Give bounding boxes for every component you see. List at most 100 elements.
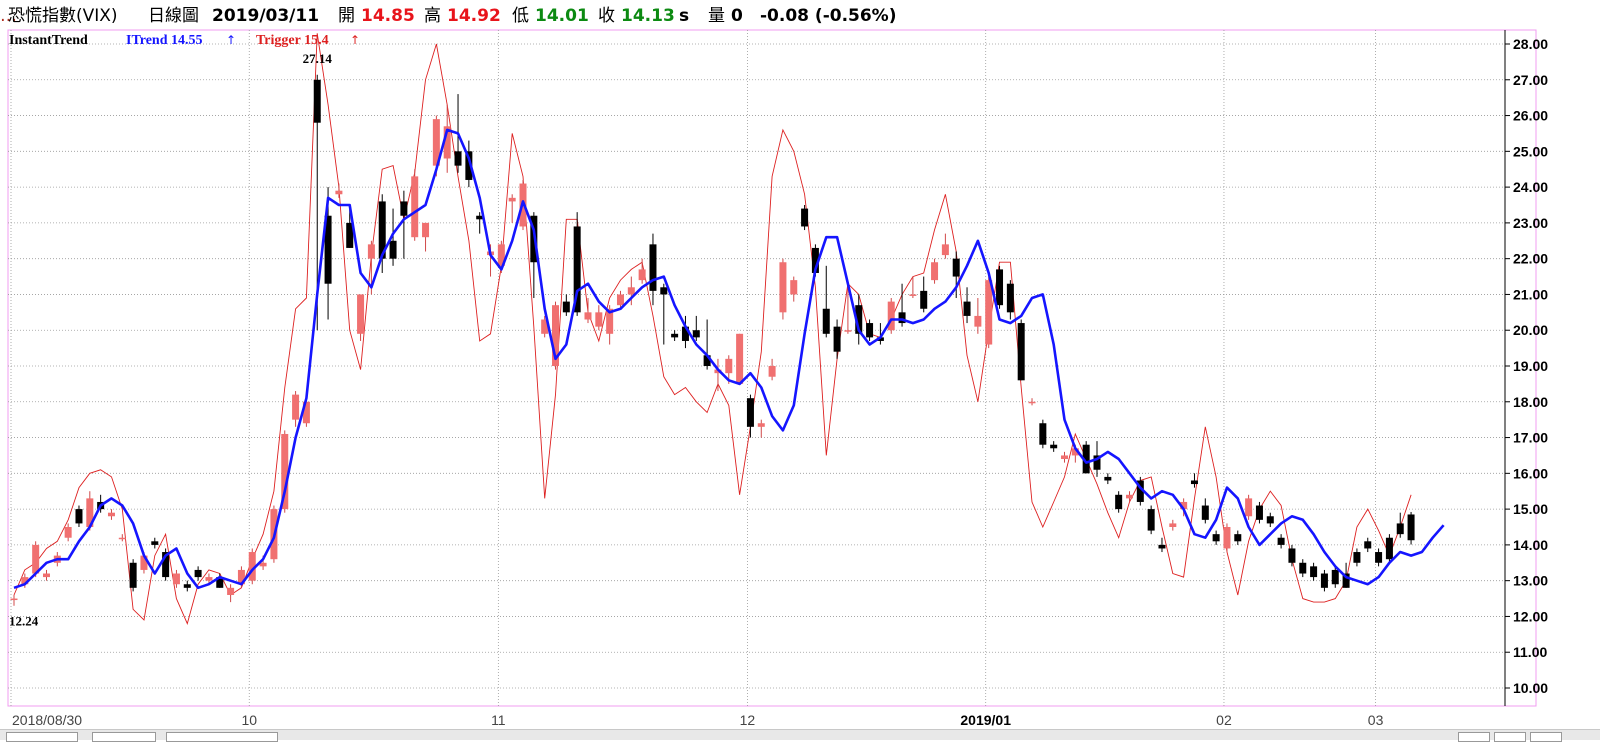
y-tick-label: 21.00: [1513, 286, 1548, 302]
candle-body: [422, 222, 430, 238]
candle-body: [227, 587, 235, 595]
y-tick-label: 27.00: [1513, 72, 1548, 88]
x-tick-label: 2019/01: [960, 712, 1011, 728]
x-tick-label: 2018/08/30: [12, 712, 82, 728]
y-tick-label: 25.00: [1513, 143, 1548, 159]
x-tick-label: 12: [740, 712, 756, 728]
y-tick-label: 26.00: [1513, 108, 1548, 124]
candle-body: [1017, 323, 1025, 381]
toolbar-button-2[interactable]: [1494, 732, 1526, 742]
candle-body: [1028, 401, 1036, 404]
indicator-legend: InstantTrend ITrend 14.55 ↑ Trigger 15.4…: [9, 33, 360, 48]
candle-body: [42, 573, 50, 578]
y-tick-label: 11.00: [1513, 644, 1547, 660]
low-point-label: 12.24: [9, 614, 39, 629]
x-axis-labels: 2018/08/30 10 11 12 2019/01 02 03: [12, 712, 1384, 728]
candle-body: [909, 294, 917, 296]
y-tick-label: 23.00: [1513, 215, 1548, 231]
candle-body: [1320, 573, 1328, 588]
candle-body: [1245, 498, 1253, 517]
legend-itrend-arrow-icon: ↑: [226, 33, 236, 47]
candle-body: [1158, 544, 1166, 549]
candle-body: [920, 290, 928, 309]
candle-body: [1061, 455, 1069, 460]
candle-body: [725, 358, 733, 374]
candlestick-chart[interactable]: 28.00 27.00 26.00 25.00 24.00 23.00 22.00 21.00…: [0, 0, 1600, 729]
x-tick-label: 10: [241, 712, 257, 728]
y-tick-label: 18.00: [1513, 394, 1548, 410]
candle-body: [292, 394, 300, 420]
y-tick-label: 22.00: [1513, 251, 1548, 267]
candle-body: [649, 244, 657, 291]
candle-body: [1255, 505, 1263, 520]
toolbar-dropdown-3[interactable]: [166, 732, 278, 742]
candle-body: [1331, 569, 1339, 585]
candle-body: [10, 598, 18, 601]
candle-body: [335, 190, 343, 195]
candle-body: [941, 244, 949, 256]
candle-body: [1277, 537, 1285, 545]
toolbar-dropdown-2[interactable]: [92, 732, 156, 742]
candle-body: [205, 577, 213, 581]
y-tick-label: 16.00: [1513, 465, 1548, 481]
candle-body: [64, 527, 72, 538]
candle-body: [1353, 552, 1361, 563]
candle-body: [1364, 541, 1372, 549]
y-tick-label: 10.00: [1513, 680, 1548, 696]
candle-body: [595, 312, 603, 327]
candle-body: [313, 79, 321, 123]
candle-body: [107, 512, 115, 517]
candle-body: [367, 244, 375, 259]
candle-body: [1125, 494, 1133, 499]
candle-body: [1147, 509, 1155, 531]
candle-body: [183, 584, 191, 588]
y-tick-label: 20.00: [1513, 322, 1548, 338]
candle-body: [172, 573, 180, 585]
candle-body: [1039, 423, 1047, 445]
high-point-label: 27.14: [303, 51, 333, 66]
candle-body: [801, 208, 809, 227]
candle-body: [822, 308, 830, 334]
legend-indicator-name: InstantTrend: [9, 33, 88, 48]
candle-body: [1396, 523, 1404, 535]
candle-body: [616, 294, 624, 306]
candle-body: [1288, 548, 1296, 563]
candle-body: [779, 262, 787, 313]
y-tick-label: 28.00: [1513, 36, 1548, 52]
legend-trigger: Trigger 15.4: [256, 33, 329, 48]
toolbar-dropdown-1[interactable]: [6, 732, 78, 742]
candle-body: [1201, 505, 1209, 520]
candle-body: [151, 541, 159, 545]
candle-body: [1407, 514, 1415, 541]
toolbar-button-1[interactable]: [1458, 732, 1490, 742]
x-tick-label: 02: [1216, 712, 1232, 728]
candle-body: [508, 197, 516, 202]
candle-body: [1212, 534, 1220, 542]
candle-body: [931, 262, 939, 281]
candle-body: [1266, 516, 1274, 524]
candle-body: [584, 312, 592, 320]
candle-body: [400, 201, 408, 216]
candle-body: [844, 330, 852, 332]
candle-body: [746, 398, 754, 427]
candle-body: [952, 258, 960, 277]
candle-body: [194, 569, 202, 578]
candle-body: [1234, 534, 1242, 542]
candle-body: [692, 330, 700, 338]
y-tick-label: 12.00: [1513, 608, 1548, 624]
candle-body: [1050, 444, 1058, 449]
candle-body: [1104, 476, 1112, 481]
candle-body: [985, 280, 993, 345]
candle-body: [1375, 552, 1383, 563]
candle-body: [866, 323, 874, 338]
candle-body: [790, 280, 798, 295]
candle-body: [757, 423, 765, 427]
candle-body: [638, 269, 646, 281]
candle-body: [1223, 527, 1231, 549]
y-tick-label: 14.00: [1513, 537, 1548, 553]
x-tick-label: 11: [491, 712, 506, 728]
candle-body: [357, 294, 365, 334]
toolbar-button-3[interactable]: [1530, 732, 1562, 742]
candle-body: [627, 287, 635, 295]
candle-body: [768, 366, 776, 377]
